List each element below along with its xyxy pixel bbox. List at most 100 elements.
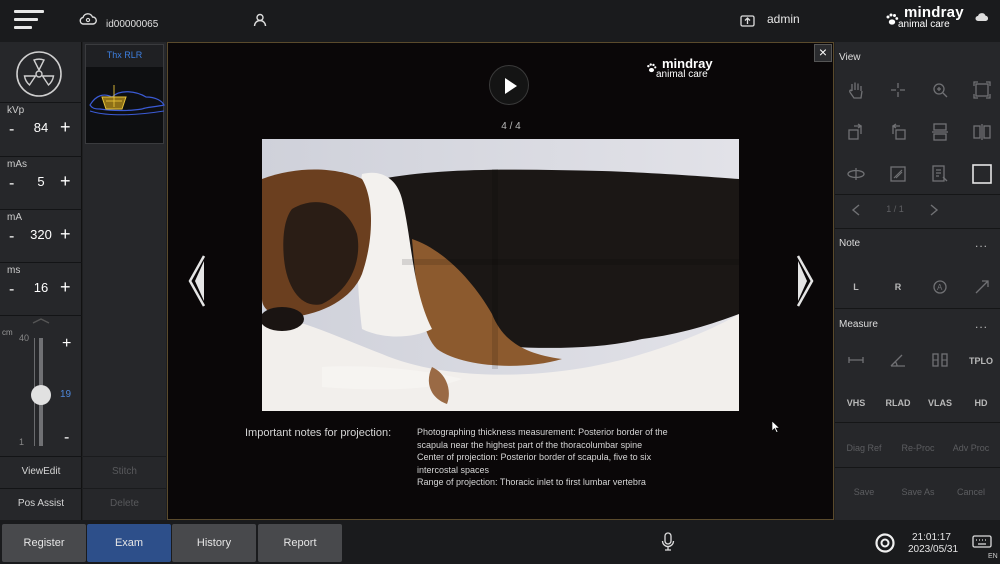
invert-image-icon[interactable] xyxy=(887,163,909,185)
note-more-icon[interactable]: ... xyxy=(975,236,988,250)
pos-assist-label: Pos Assist xyxy=(17,498,65,509)
keyboard-icon[interactable] xyxy=(972,533,992,549)
exposure-parameter-panel: kVp - 84 + mAs - 5 + mA - 320 + ms - 16 … xyxy=(0,42,82,520)
ma-value: 320 xyxy=(30,227,52,242)
report-edit-icon[interactable] xyxy=(929,163,951,185)
microphone-icon[interactable] xyxy=(661,532,675,552)
adv-proc-button: Adv Proc xyxy=(952,443,990,453)
next-arrow-icon[interactable] xyxy=(794,253,816,309)
measure-more-icon[interactable]: ... xyxy=(975,317,988,331)
patient-id[interactable]: id00000065 xyxy=(106,19,158,30)
radiation-icon[interactable] xyxy=(14,49,64,99)
note-line: intercostal spaces xyxy=(417,464,490,475)
flip-horizontal-icon[interactable] xyxy=(971,121,993,143)
person-icon[interactable] xyxy=(253,13,267,27)
user-switch-icon[interactable] xyxy=(740,13,755,27)
ma-decrease-button[interactable]: - xyxy=(9,228,14,246)
cloud-patient-icon[interactable] xyxy=(79,12,97,26)
mas-decrease-button[interactable]: - xyxy=(9,175,14,193)
rlad-button[interactable]: RLAD xyxy=(878,398,918,408)
tab-report[interactable]: Report xyxy=(258,524,342,562)
slider-increase-button[interactable]: + xyxy=(62,335,71,353)
fit-screen-icon[interactable] xyxy=(971,79,993,101)
note-section-title: Note xyxy=(839,238,861,249)
crosshair-icon[interactable] xyxy=(887,79,909,101)
tab-exam[interactable]: Exam xyxy=(87,524,171,562)
note-line: Photographing thickness measurement: Pos… xyxy=(417,427,668,437)
ms-increase-button[interactable]: + xyxy=(60,277,71,298)
previous-arrow-icon[interactable] xyxy=(186,253,208,309)
ms-control: ms - 16 + xyxy=(0,262,82,314)
collapse-chevron-icon[interactable] xyxy=(0,315,82,325)
flip-vertical-icon[interactable] xyxy=(929,121,951,143)
mouse-cursor-icon xyxy=(772,421,780,433)
ma-increase-button[interactable]: + xyxy=(60,224,71,245)
distance-measure-icon[interactable] xyxy=(845,349,867,371)
rotate-right-icon[interactable] xyxy=(887,121,909,143)
save-as-button: Save As xyxy=(901,487,935,497)
thickness-slider[interactable]: cm 40 1 19 + - xyxy=(0,325,82,450)
menu-icon[interactable] xyxy=(14,10,46,30)
page-prev-icon[interactable] xyxy=(845,199,867,221)
tools-panel: View 1 / 1 Note ... L R A Measure ... TP… xyxy=(835,42,1000,520)
note-line: Center of projection: Posterior border o… xyxy=(417,452,652,462)
angle-measure-icon[interactable] xyxy=(887,349,909,371)
viewer-brand-subname: animal care xyxy=(656,69,708,80)
rotate-free-icon[interactable] xyxy=(845,163,867,185)
tplo-button[interactable]: TPLO xyxy=(961,356,1000,366)
thumbnail-label: Thx RLR xyxy=(86,45,163,67)
close-button[interactable]: × xyxy=(814,44,832,62)
view-section-title: View xyxy=(839,52,861,63)
ms-decrease-button[interactable]: - xyxy=(9,281,14,299)
page-next-icon[interactable] xyxy=(923,199,945,221)
positioning-guide-viewer: × mindray animal care 4 / 4 Important no… xyxy=(167,42,834,520)
slider-handle[interactable] xyxy=(31,385,51,406)
mas-value: 5 xyxy=(37,174,45,189)
hd-button[interactable]: HD xyxy=(961,398,1000,408)
mas-increase-button[interactable]: + xyxy=(60,171,71,192)
delete-label: Delete xyxy=(110,498,139,509)
stitch-label: Stitch xyxy=(111,466,137,477)
play-button[interactable] xyxy=(489,65,529,105)
brand-paw-icon xyxy=(885,13,899,27)
clock-date: 2023/05/31 xyxy=(908,544,959,555)
thumbnail-card[interactable]: Thx RLR xyxy=(85,44,165,144)
measure-section-title: Measure xyxy=(839,319,878,330)
note-left-marker-button[interactable]: L xyxy=(836,282,876,292)
zoom-icon[interactable] xyxy=(929,79,951,101)
thumbnail-column: Thx RLR Stitch Delete xyxy=(83,42,166,520)
text-annotation-icon[interactable]: A xyxy=(929,276,951,298)
username[interactable]: admin xyxy=(767,12,800,26)
note-right-marker-button[interactable]: R xyxy=(878,282,918,292)
ms-label: ms xyxy=(7,265,21,276)
input-language[interactable]: EN xyxy=(988,553,998,560)
note-line: scapula near the highest part of the tho… xyxy=(417,439,643,450)
tab-register[interactable]: Register xyxy=(2,524,86,562)
ratio-measure-icon[interactable] xyxy=(929,349,951,371)
pos-assist-button[interactable]: Pos Assist xyxy=(0,488,82,518)
kvp-decrease-button[interactable]: - xyxy=(9,121,14,139)
slider-min: 1 xyxy=(19,437,25,447)
pan-hand-icon[interactable] xyxy=(845,79,867,101)
slide-counter: 4 / 4 xyxy=(501,121,521,132)
tab-history[interactable]: History xyxy=(172,524,256,562)
arrow-annotation-icon[interactable] xyxy=(971,276,993,298)
full-frame-icon[interactable] xyxy=(971,163,993,185)
play-icon xyxy=(505,78,517,94)
stitch-button: Stitch xyxy=(83,456,166,486)
cancel-button: Cancel xyxy=(956,487,985,497)
ma-label: mA xyxy=(7,212,22,223)
positioning-photo xyxy=(262,139,739,411)
slider-decrease-button[interactable]: - xyxy=(64,429,69,447)
rotate-left-icon[interactable] xyxy=(845,121,867,143)
view-edit-button[interactable]: ViewEdit xyxy=(0,456,82,486)
kvp-increase-button[interactable]: + xyxy=(60,117,71,138)
cloud-status-icon xyxy=(975,12,989,22)
bottom-bar: Register Exam History Report 21:01:17 20… xyxy=(0,520,1000,564)
vhs-button[interactable]: VHS xyxy=(836,398,876,408)
notes-text: Photographing thickness measurement: Pos… xyxy=(417,426,717,489)
settings-status-icon[interactable] xyxy=(874,532,896,554)
svg-text:A: A xyxy=(937,283,943,292)
slider-unit: cm xyxy=(2,328,13,337)
vlas-button[interactable]: VLAS xyxy=(920,398,960,408)
